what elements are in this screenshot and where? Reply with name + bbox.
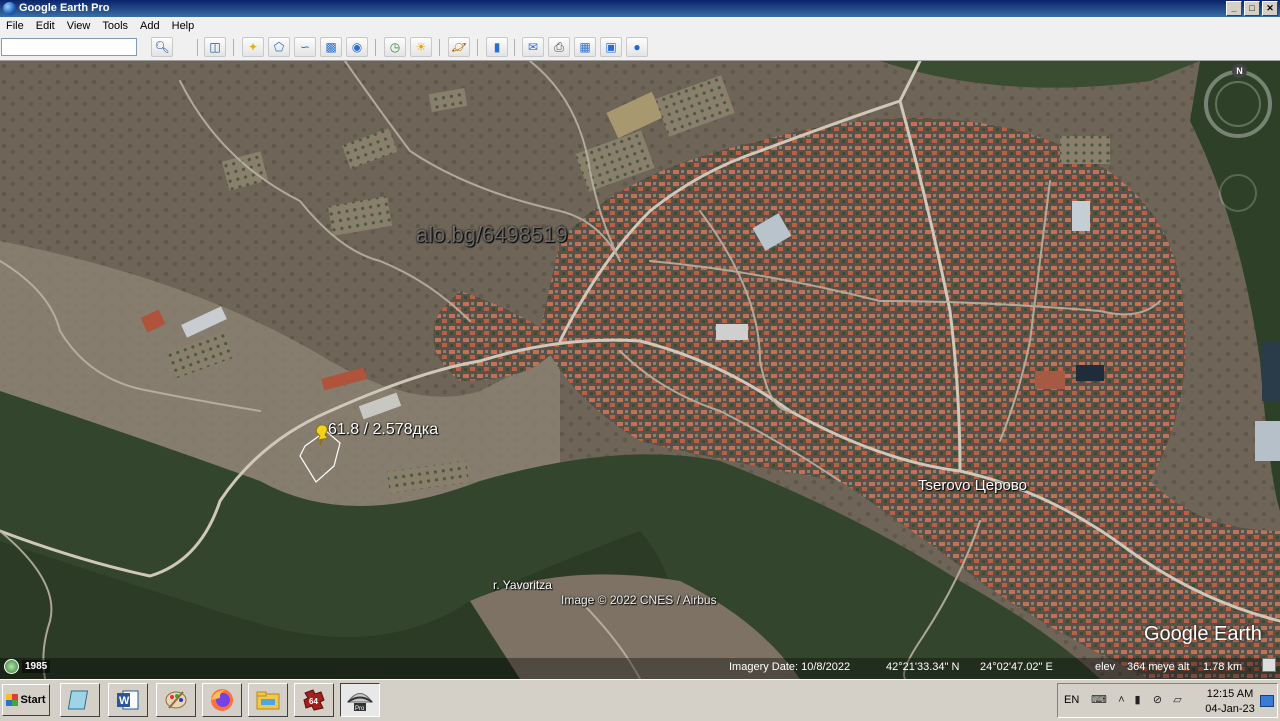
folder-icon [256,691,280,710]
network-signal-icon[interactable]: ▱ [1171,694,1184,707]
imagery-copyright: Image © 2022 CNES / Airbus [561,593,717,607]
show-hidden-icons-chevron-icon[interactable]: ˄ [1115,694,1128,707]
toolbar: 🔍︎ ◫ ✦ ⬠ ∽ ▩ ◉ ◷ ☀ 🪐︎ ▮ ✉ ⎙ ▦ ▣ ● [0,35,1280,61]
imagery-date: Imagery Date: 10/8/2022 [729,661,851,673]
map-view[interactable]: alo.bg/6498519 61.8 / 2.578дка Tserovo Ц… [0,61,1280,679]
save-image-icon: ▦ [579,40,591,54]
status-bar [0,658,1280,679]
google-earth-icon: Pro [347,693,373,712]
usb-icon[interactable]: ▮ [1131,694,1144,707]
planet-icon: 🪐︎ [451,40,467,54]
explorer-app[interactable] [248,683,288,717]
latitude-readout: 42°21'33.34" N [886,661,960,673]
game-puzzle-icon: 64 [303,689,325,711]
start-button[interactable]: Start [2,684,50,716]
print-button[interactable]: ⎙ [548,37,570,57]
title-bar: Google Earth Pro _ □ ✕ [0,0,1280,17]
elevation-value: 364 m [1127,661,1158,673]
menu-tools[interactable]: Tools [96,17,134,35]
longitude-readout: 24°02'47.02" E [980,661,1053,673]
language-indicator[interactable]: EN [1064,694,1079,706]
volume-muted-icon[interactable]: ⊘ [1151,694,1164,707]
firefox-icon [211,689,233,711]
restore-button[interactable]: □ [1244,1,1260,16]
email-icon: ✉ [527,40,539,54]
watermark-text: alo.bg/6498519 [416,222,568,247]
notepad-icon [68,690,89,710]
tour-icon: ◉ [351,40,363,54]
word-app[interactable]: W [108,683,148,717]
compass-north-icon[interactable]: N [1232,64,1247,78]
email-button[interactable]: ✉ [522,37,544,57]
clock-icon: ◷ [389,40,401,54]
streaming-indicator-icon [1262,658,1276,672]
menu-file[interactable]: File [0,17,30,35]
search-input[interactable] [1,38,137,56]
ruler-button[interactable]: ▮ [486,37,508,57]
sidebar-icon: ◫ [209,40,221,54]
svg-text:W: W [119,695,130,707]
ruler-icon: ▮ [493,40,501,54]
path-icon: ∽ [299,40,311,54]
eye-alt-value: 1.78 km [1203,661,1243,673]
add-image-overlay-button[interactable]: ▩ [320,37,342,57]
system-tray: EN ⌨ ˄ ▮ ⊘ ▱ 12:15 AM 04-Jan-23 [1057,683,1278,718]
add-polygon-button[interactable]: ⬠ [268,37,290,57]
polygon-icon: ⬠ [273,40,285,54]
svg-text:64: 64 [309,697,318,706]
sun-icon: ☀ [415,40,427,54]
map-icon: ▣ [605,40,617,54]
placemark-pushpin-icon: ✦ [247,40,259,54]
printer-icon: ⎙ [554,40,564,54]
record-tour-button[interactable]: ◉ [346,37,368,57]
image-overlay-icon: ▩ [325,40,337,54]
historical-imagery-button[interactable]: ◷ [384,37,406,57]
paint-palette-icon [165,691,187,709]
earth-gallery-button[interactable]: ● [626,37,648,57]
windows-logo-icon [6,694,19,706]
village-label[interactable]: Tserovo Церово [918,477,1027,494]
google-earth-app[interactable]: Pro [340,683,380,717]
paint-app[interactable] [156,683,196,717]
start-label: Start [20,694,46,706]
firefox-app[interactable] [202,683,242,717]
keyboard-icon[interactable]: ⌨ [1091,694,1107,707]
taskbar: Start W 64 Pro EN ⌨ ˄ ▮ ⊘ ▱ 12:15 AM 04-… [0,679,1280,721]
word-icon: W [117,690,139,710]
river-label[interactable]: r. Yavoritza [493,578,552,592]
search-button[interactable]: 🔍︎ [151,37,173,57]
eye-alt-label: eye alt [1157,661,1190,673]
switch-planet-button[interactable]: 🪐︎ [448,37,470,57]
show-desktop-icon[interactable] [1260,695,1274,707]
clock-time[interactable]: 12:15 AM [1206,688,1254,700]
google-earth-icon [3,2,16,15]
satellite-imagery [0,61,1280,679]
menu-edit[interactable]: Edit [30,17,61,35]
menu-bar: File Edit View Tools Add Help [0,17,1280,35]
elevation-label: elev [1095,661,1116,673]
menu-help[interactable]: Help [166,17,201,35]
notepad-app[interactable] [60,683,100,717]
add-path-button[interactable]: ∽ [294,37,316,57]
historical-imagery-indicator[interactable]: 1985 [4,659,51,674]
menu-add[interactable]: Add [134,17,166,35]
game-app[interactable]: 64 [294,683,334,717]
view-in-maps-button[interactable]: ▣ [600,37,622,57]
menu-view[interactable]: View [61,17,97,35]
historical-year: 1985 [22,660,51,673]
clock-icon [4,659,19,674]
minimize-button[interactable]: _ [1226,1,1242,16]
svg-text:Pro: Pro [355,706,365,712]
close-button[interactable]: ✕ [1262,1,1278,16]
sidebar-toggle-button[interactable]: ◫ [204,37,226,57]
sunlight-button[interactable]: ☀ [410,37,432,57]
clock-date[interactable]: 04-Jan-23 [1202,703,1258,715]
globe-icon: ● [633,40,641,54]
save-image-button[interactable]: ▦ [574,37,596,57]
search-icon: 🔍︎ [154,40,170,54]
window-title: Google Earth Pro [19,2,110,14]
add-placemark-button[interactable]: ✦ [242,37,264,57]
google-earth-logo: Google Earth [1144,623,1262,645]
placemark-label[interactable]: 61.8 / 2.578дка [328,421,438,439]
